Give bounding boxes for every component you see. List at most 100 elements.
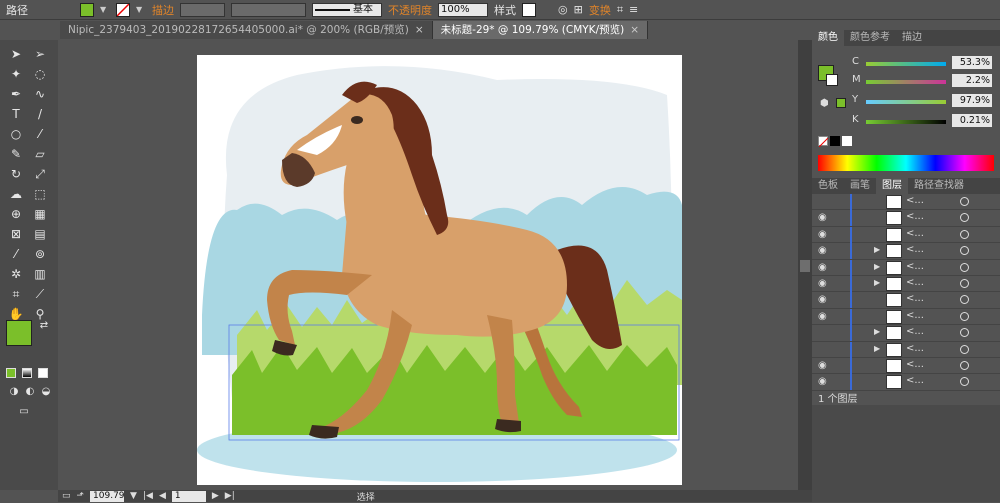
tab-pathfinder[interactable]: 路径查找器: [908, 178, 970, 194]
layer-row[interactable]: ▶ <...: [812, 325, 1000, 342]
free-transform-icon[interactable]: ⬚: [32, 186, 48, 202]
layer-row[interactable]: ◉ <...: [812, 226, 1000, 244]
opacity-label[interactable]: 不透明度: [388, 2, 432, 18]
eraser-icon[interactable]: ▱: [32, 146, 48, 162]
stroke-swatch-small[interactable]: [826, 74, 838, 86]
perspective-icon[interactable]: ▦: [32, 206, 48, 222]
tab-untitled-29[interactable]: 未标题-29* @ 109.79% (CMYK/预览) ×: [432, 21, 649, 39]
horse-illustration[interactable]: [197, 55, 682, 485]
close-icon[interactable]: ×: [630, 24, 639, 36]
vertical-scrollbar[interactable]: [798, 40, 812, 490]
first-page-icon[interactable]: |◀: [143, 491, 153, 501]
tab-stroke[interactable]: 描边: [896, 30, 928, 46]
isolate-icon[interactable]: ⌗: [617, 3, 623, 17]
swap-icon[interactable]: ⇄: [36, 318, 52, 334]
stroke-swatch[interactable]: [116, 2, 130, 17]
blend-icon[interactable]: ⊚: [32, 246, 48, 262]
draw-behind-icon[interactable]: ◐: [22, 384, 38, 400]
draw-inside-icon[interactable]: ◒: [38, 384, 54, 400]
screen-mode-icon[interactable]: ▭: [16, 404, 32, 420]
layer-row[interactable]: ◉ <...: [812, 210, 1000, 227]
shape-builder-icon[interactable]: ⊕: [8, 206, 24, 222]
cyan-slider[interactable]: [866, 62, 946, 66]
stroke-label[interactable]: 描边: [152, 2, 174, 18]
draw-mode-icon[interactable]: ◑: [6, 384, 22, 400]
tab-color-guide[interactable]: 颜色参考: [844, 30, 896, 46]
direct-select-icon[interactable]: ➢: [32, 46, 48, 62]
variable-width-field[interactable]: [231, 2, 306, 17]
pen-icon[interactable]: ✒: [8, 86, 24, 102]
layer-row[interactable]: ◉ <...: [812, 308, 1000, 326]
lasso-icon[interactable]: ◌: [32, 66, 48, 82]
color-mode-button[interactable]: [6, 368, 16, 378]
share-icon[interactable]: ⬏: [77, 491, 85, 501]
prev-page-icon[interactable]: ◀: [159, 491, 166, 501]
color-spectrum[interactable]: [818, 155, 994, 171]
cyan-value[interactable]: 53.3%: [952, 56, 992, 69]
layer-row[interactable]: ◉ ▶ <...: [812, 243, 1000, 260]
black-swatch[interactable]: [830, 136, 840, 146]
cube-icon[interactable]: ⬢: [820, 98, 829, 109]
scale-icon[interactable]: ⤢: [32, 166, 48, 182]
ellipse-icon[interactable]: ○: [8, 126, 24, 142]
tab-color[interactable]: 颜色: [812, 30, 844, 46]
none-mode-button[interactable]: [38, 368, 48, 378]
recolor-icon[interactable]: ◎: [558, 3, 568, 16]
eyedropper-icon[interactable]: ⁄: [8, 246, 24, 262]
last-page-icon[interactable]: ▶|: [225, 491, 235, 501]
black-value[interactable]: 0.21%: [952, 114, 992, 127]
stroke-weight-field[interactable]: [180, 2, 225, 17]
close-icon[interactable]: ×: [415, 24, 424, 36]
layer-row[interactable]: ◉ ▶ <...: [812, 259, 1000, 276]
yellow-value[interactable]: 97.9%: [952, 94, 992, 107]
nav-icon[interactable]: ▭: [62, 491, 71, 501]
column-graph-icon[interactable]: ▥: [32, 266, 48, 282]
layer-row[interactable]: ◉ ▶ <...: [812, 275, 1000, 293]
next-page-icon[interactable]: ▶: [212, 491, 219, 501]
layer-row[interactable]: ▶ <...: [812, 341, 1000, 358]
fill-dropdown-icon[interactable]: ▼: [100, 5, 110, 14]
artboard-icon[interactable]: ⌗: [8, 286, 24, 302]
black-slider[interactable]: [866, 120, 946, 124]
rotate-icon[interactable]: ↻: [8, 166, 24, 182]
layer-row[interactable]: <...: [812, 194, 1000, 211]
magenta-value[interactable]: 2.2%: [952, 74, 992, 87]
warp-icon[interactable]: ☁: [8, 186, 24, 202]
artboard[interactable]: [197, 55, 682, 485]
gradient-icon[interactable]: ▤: [32, 226, 48, 242]
none-swatch[interactable]: [818, 136, 829, 148]
opacity-field[interactable]: 100%: [438, 2, 488, 17]
tab-nipic[interactable]: Nipic_2379403_20190228172654405000.ai* @…: [60, 21, 433, 39]
tab-swatches[interactable]: 色板: [812, 178, 844, 194]
tab-layers[interactable]: 图层: [876, 178, 908, 194]
fill-swatch[interactable]: [80, 2, 94, 17]
magic-wand-icon[interactable]: ✦: [8, 66, 24, 82]
align-icon[interactable]: ⊞: [574, 3, 583, 16]
select-arrow-icon[interactable]: ➤: [8, 46, 24, 62]
small-swatch[interactable]: [836, 98, 846, 108]
layer-row[interactable]: ◉ <...: [812, 374, 1000, 391]
transform-label[interactable]: 变换: [589, 2, 611, 18]
zoom-field[interactable]: 109.79: [90, 490, 125, 502]
tab-brushes[interactable]: 画笔: [844, 178, 876, 194]
zoom-dropdown-icon[interactable]: ▼: [130, 491, 137, 501]
yellow-slider[interactable]: [866, 100, 946, 104]
scroll-thumb[interactable]: [800, 260, 810, 272]
layer-row[interactable]: ◉ <...: [812, 292, 1000, 309]
stroke-dropdown-icon[interactable]: ▼: [136, 5, 146, 14]
mesh-icon[interactable]: ⊠: [8, 226, 24, 242]
stroke-style-field[interactable]: 基本: [312, 2, 382, 17]
menu-icon[interactable]: ≡: [629, 3, 638, 16]
gradient-mode-button[interactable]: [22, 368, 32, 378]
curvature-icon[interactable]: ∿: [32, 86, 48, 102]
layer-row[interactable]: ◉ <...: [812, 357, 1000, 375]
line-icon[interactable]: /: [32, 106, 48, 122]
type-icon[interactable]: T: [8, 106, 24, 122]
style-swatch[interactable]: [522, 2, 536, 17]
pencil-icon[interactable]: ✎: [8, 146, 24, 162]
slice-icon[interactable]: ⟋: [32, 286, 48, 302]
magenta-slider[interactable]: [866, 80, 946, 84]
white-swatch[interactable]: [842, 136, 852, 146]
symbol-sprayer-icon[interactable]: ✲: [8, 266, 24, 282]
brush-icon[interactable]: ⁄: [32, 126, 48, 142]
